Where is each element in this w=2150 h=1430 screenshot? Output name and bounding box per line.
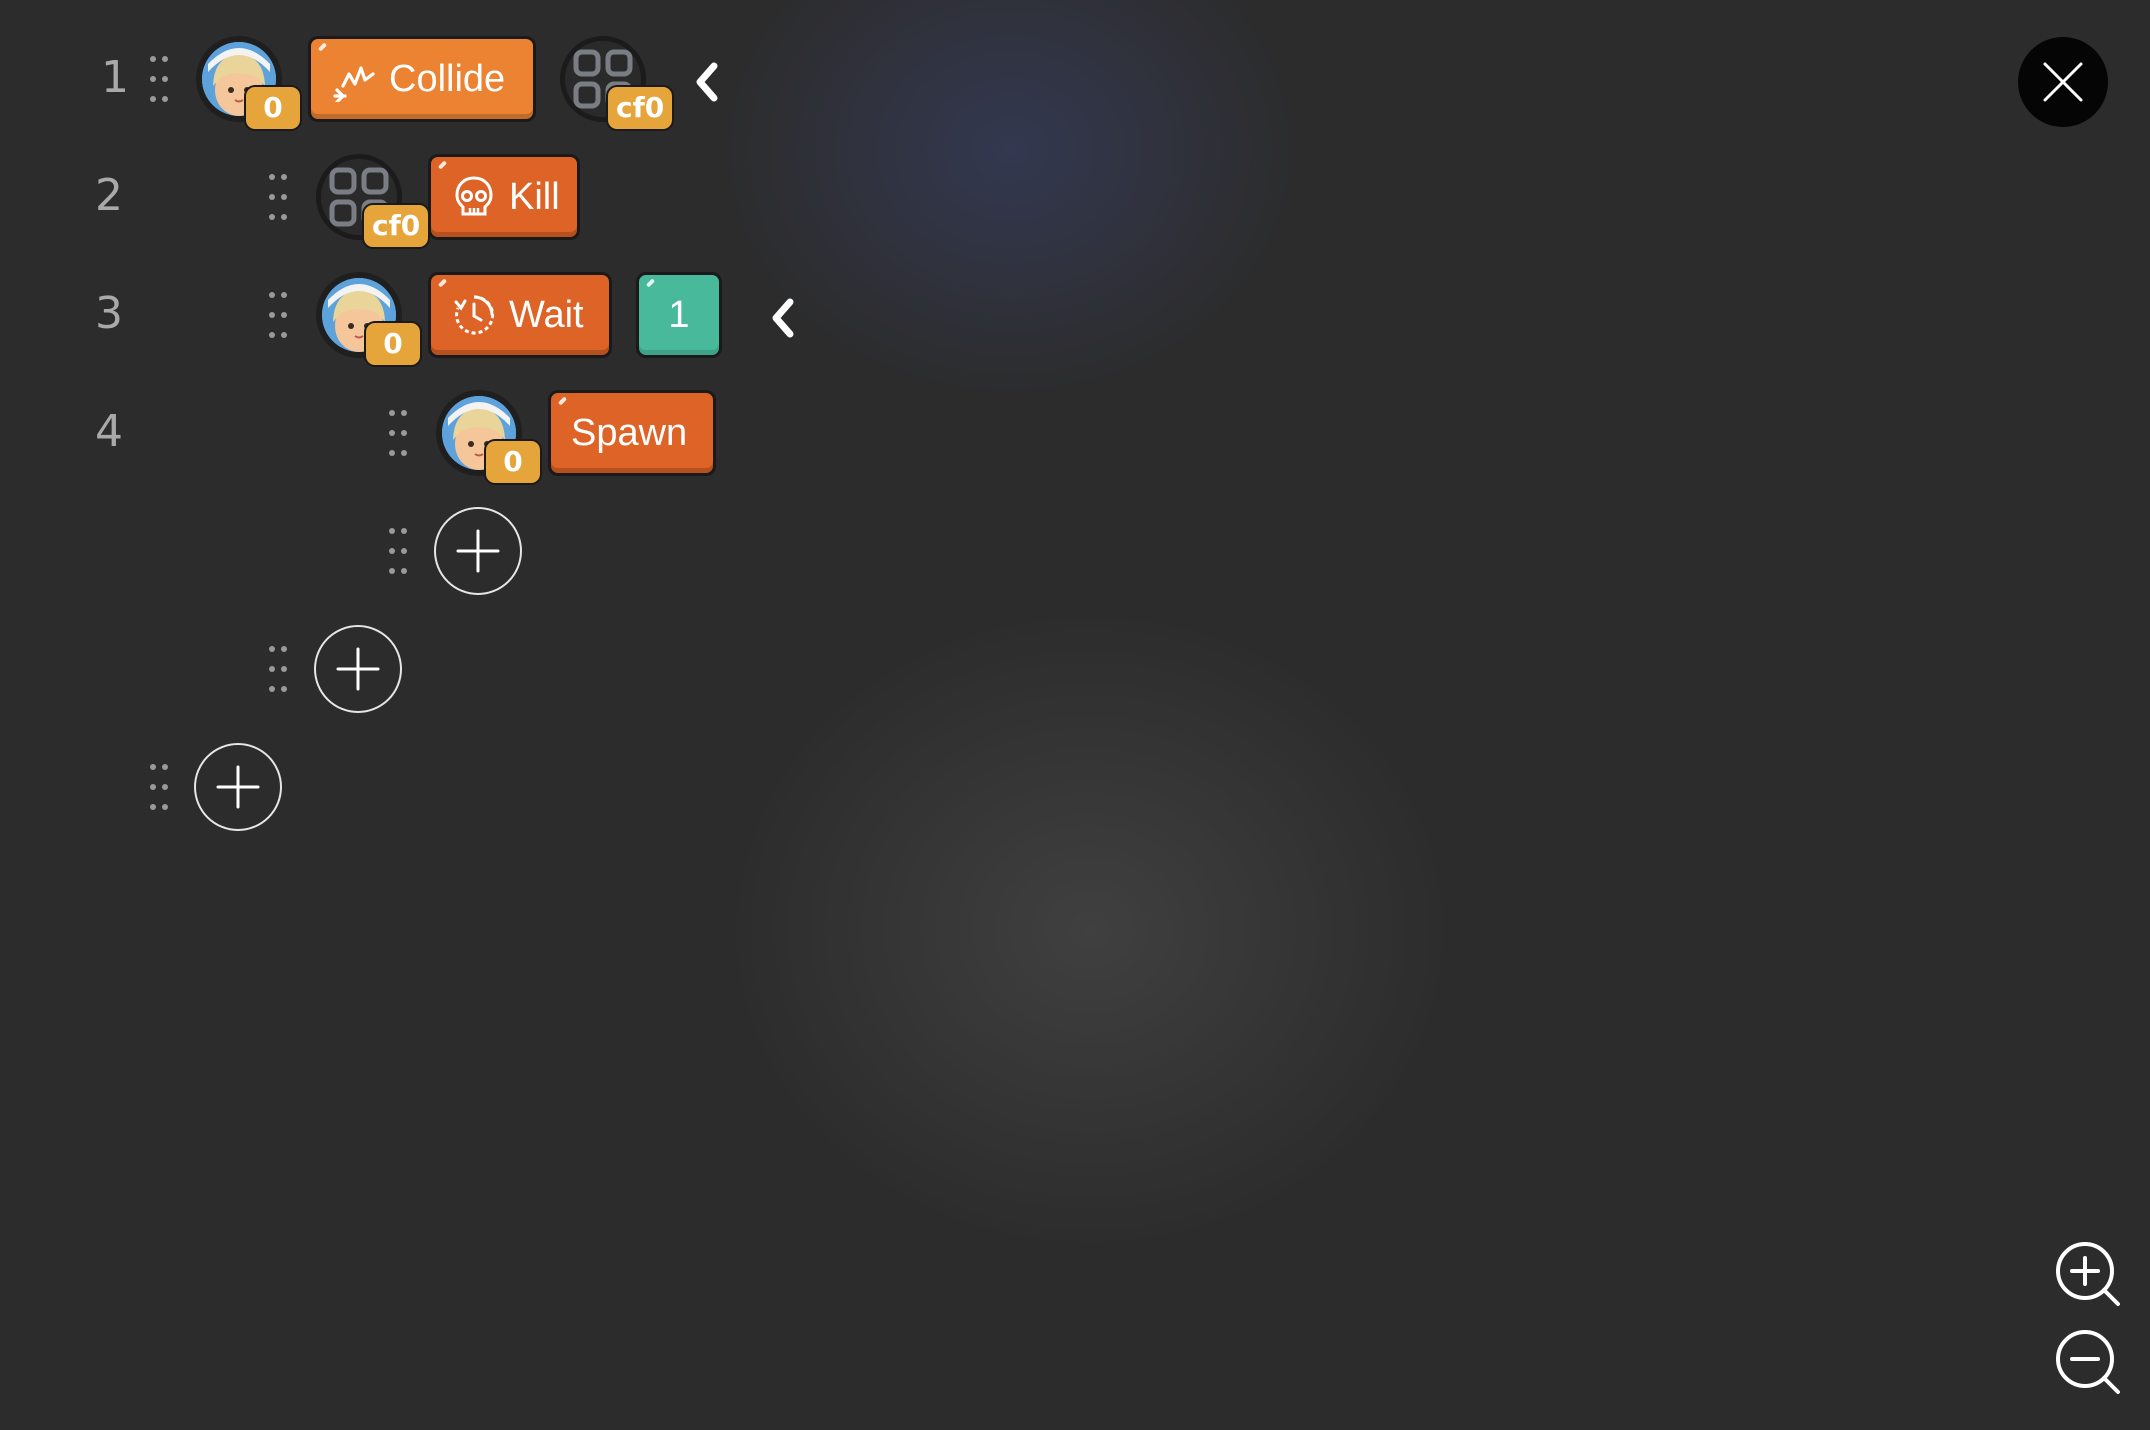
drag-handle-icon[interactable]: [267, 290, 289, 342]
drag-handle-icon[interactable]: [387, 408, 409, 460]
chevron-left-icon[interactable]: [690, 60, 724, 104]
zoom-out-button[interactable]: [2054, 1328, 2124, 1398]
script-editor: 1 0 Collide cf0 2 cf0 Kill 3 0 Wait 1 4 …: [0, 0, 2150, 1430]
add-block-button[interactable]: [314, 625, 402, 713]
timer-icon: [451, 292, 497, 338]
line-number: 2: [95, 170, 123, 221]
instance-badge: 0: [486, 441, 540, 483]
drag-handle-icon[interactable]: [148, 762, 170, 814]
skull-icon: [451, 174, 497, 220]
value-text: 1: [668, 294, 690, 336]
collision-icon: [331, 56, 377, 102]
add-block-button[interactable]: [194, 743, 282, 831]
instance-badge: 0: [246, 87, 300, 129]
chevron-left-icon[interactable]: [766, 296, 800, 340]
line-number: 3: [95, 288, 123, 339]
close-button[interactable]: [2018, 37, 2108, 127]
collide-block[interactable]: Collide: [308, 36, 536, 122]
block-label: Collide: [389, 57, 506, 100]
zoom-in-button[interactable]: [2054, 1240, 2124, 1310]
plus-icon: [456, 529, 500, 573]
block-label: Kill: [509, 175, 560, 218]
block-label: Wait: [509, 293, 584, 336]
spawn-block[interactable]: Spawn: [548, 390, 716, 476]
instance-badge: cf0: [364, 205, 429, 247]
close-icon: [2043, 62, 2083, 102]
line-number: 1: [101, 52, 129, 103]
drag-handle-icon[interactable]: [148, 54, 170, 106]
wait-block[interactable]: Wait: [428, 272, 612, 358]
wait-duration-value[interactable]: 1: [636, 272, 722, 358]
block-label: Spawn: [571, 411, 688, 454]
kill-block[interactable]: Kill: [428, 154, 580, 240]
drag-handle-icon[interactable]: [267, 172, 289, 224]
line-number: 4: [95, 406, 123, 457]
instance-badge: cf0: [608, 87, 673, 129]
plus-icon: [216, 765, 260, 809]
instance-badge: 0: [366, 323, 420, 365]
add-block-button[interactable]: [434, 507, 522, 595]
zoom-out-icon: [2056, 1330, 2120, 1394]
plus-icon: [336, 647, 380, 691]
zoom-in-icon: [2056, 1242, 2120, 1306]
drag-handle-icon[interactable]: [387, 526, 409, 578]
drag-handle-icon[interactable]: [267, 644, 289, 696]
